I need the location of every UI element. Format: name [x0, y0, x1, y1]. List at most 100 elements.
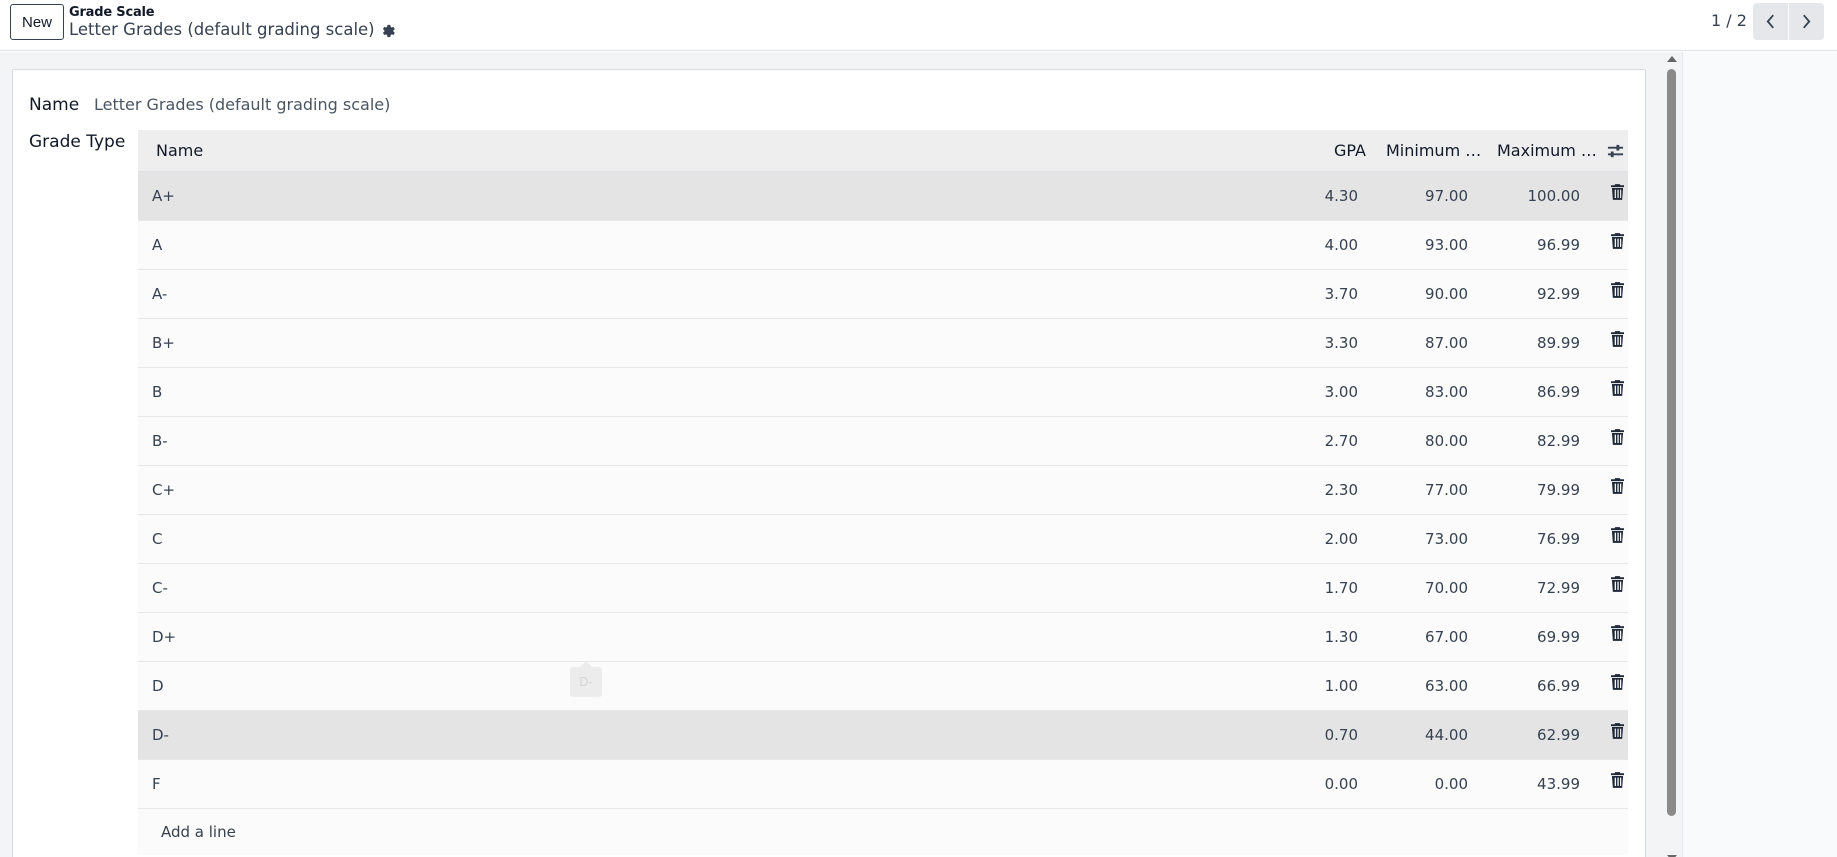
- cell-maximum[interactable]: 69.99: [1537, 628, 1580, 646]
- trash-icon[interactable]: [1611, 233, 1625, 250]
- table-row[interactable]: C 2.00 73.00 76.99: [138, 515, 1628, 564]
- cell-maximum[interactable]: 92.99: [1537, 285, 1580, 303]
- cell-maximum[interactable]: 62.99: [1537, 726, 1580, 744]
- cell-gpa[interactable]: 2.70: [1325, 432, 1358, 450]
- cell-gpa[interactable]: 3.30: [1325, 334, 1358, 352]
- cell-gpa[interactable]: 1.70: [1325, 579, 1358, 597]
- breadcrumb[interactable]: Grade Scale: [69, 5, 155, 20]
- pager-next-button[interactable]: [1789, 3, 1824, 40]
- cell-minimum[interactable]: 70.00: [1425, 579, 1468, 597]
- trash-icon[interactable]: [1611, 184, 1625, 201]
- cell-name[interactable]: D+: [152, 628, 176, 646]
- cell-minimum[interactable]: 0.00: [1435, 775, 1468, 793]
- cell-maximum[interactable]: 43.99: [1537, 775, 1580, 793]
- trash-icon[interactable]: [1611, 625, 1625, 642]
- cell-minimum[interactable]: 90.00: [1425, 285, 1468, 303]
- pager-value[interactable]: 1 / 2: [1711, 11, 1747, 30]
- record-title-text: Letter Grades (default grading scale): [69, 20, 375, 39]
- add-a-line-link[interactable]: Add a line: [161, 823, 236, 841]
- cell-minimum[interactable]: 77.00: [1425, 481, 1468, 499]
- cell-name[interactable]: C-: [152, 579, 168, 597]
- scrollbar-thumb[interactable]: [1667, 69, 1676, 816]
- cell-name[interactable]: F: [152, 775, 161, 793]
- table-row[interactable]: D+ 1.30 67.00 69.99: [138, 613, 1628, 662]
- sliders-icon[interactable]: [1607, 143, 1625, 161]
- scroll-up-arrow[interactable]: [1667, 56, 1677, 62]
- cell-minimum[interactable]: 87.00: [1425, 334, 1468, 352]
- cell-minimum[interactable]: 80.00: [1425, 432, 1468, 450]
- cell-gpa[interactable]: 2.00: [1325, 530, 1358, 548]
- record-title: Letter Grades (default grading scale): [69, 20, 396, 39]
- gear-icon[interactable]: [381, 24, 396, 39]
- chatter-area: [1682, 52, 1837, 857]
- cell-maximum[interactable]: 76.99: [1537, 530, 1580, 548]
- cell-maximum[interactable]: 100.00: [1528, 187, 1581, 205]
- cell-maximum[interactable]: 72.99: [1537, 579, 1580, 597]
- cell-name[interactable]: A: [152, 236, 162, 254]
- cell-name[interactable]: C+: [152, 481, 175, 499]
- trash-icon[interactable]: [1611, 478, 1625, 495]
- cell-maximum[interactable]: 96.99: [1537, 236, 1580, 254]
- cell-minimum[interactable]: 73.00: [1425, 530, 1468, 548]
- list-header: Name GPA Minimum P... Maximum P...: [138, 130, 1628, 172]
- column-header-minimum[interactable]: Minimum P...: [1386, 141, 1484, 160]
- cell-gpa[interactable]: 4.00: [1325, 236, 1358, 254]
- cell-gpa[interactable]: 1.30: [1325, 628, 1358, 646]
- table-row[interactable]: D- 0.70 44.00 62.99: [138, 711, 1628, 760]
- cell-maximum[interactable]: 66.99: [1537, 677, 1580, 695]
- cell-minimum[interactable]: 63.00: [1425, 677, 1468, 695]
- trash-icon[interactable]: [1611, 429, 1625, 446]
- trash-icon[interactable]: [1611, 282, 1625, 299]
- name-field[interactable]: Letter Grades (default grading scale): [94, 95, 390, 114]
- table-row[interactable]: A+ 4.30 97.00 100.00: [138, 172, 1628, 221]
- trash-icon[interactable]: [1611, 723, 1625, 740]
- cell-maximum[interactable]: 89.99: [1537, 334, 1580, 352]
- pager-previous-button[interactable]: [1753, 3, 1788, 40]
- cell-minimum[interactable]: 93.00: [1425, 236, 1468, 254]
- cell-name[interactable]: A+: [152, 187, 175, 205]
- cell-name[interactable]: D: [152, 677, 164, 695]
- cell-gpa[interactable]: 0.70: [1325, 726, 1358, 744]
- cell-name[interactable]: B-: [152, 432, 168, 450]
- table-row[interactable]: C+ 2.30 77.00 79.99: [138, 466, 1628, 515]
- table-row[interactable]: C- 1.70 70.00 72.99: [138, 564, 1628, 613]
- cell-gpa[interactable]: 4.30: [1325, 187, 1358, 205]
- table-row[interactable]: B- 2.70 80.00 82.99: [138, 417, 1628, 466]
- trash-icon[interactable]: [1611, 331, 1625, 348]
- trash-icon[interactable]: [1611, 674, 1625, 691]
- cell-maximum[interactable]: 82.99: [1537, 432, 1580, 450]
- chevron-left-icon: [1766, 14, 1774, 29]
- trash-icon[interactable]: [1611, 380, 1625, 397]
- cell-gpa[interactable]: 1.00: [1325, 677, 1358, 695]
- table-row[interactable]: D 1.00 63.00 66.99: [138, 662, 1628, 711]
- table-row[interactable]: B 3.00 83.00 86.99: [138, 368, 1628, 417]
- cell-maximum[interactable]: 79.99: [1537, 481, 1580, 499]
- trash-icon[interactable]: [1611, 576, 1625, 593]
- cell-minimum[interactable]: 44.00: [1425, 726, 1468, 744]
- cell-name[interactable]: B+: [152, 334, 175, 352]
- form-view: Name Letter Grades (default grading scal…: [0, 52, 1837, 857]
- column-header-name[interactable]: Name: [156, 141, 203, 160]
- column-header-gpa[interactable]: GPA: [1334, 141, 1366, 160]
- cell-gpa[interactable]: 3.70: [1325, 285, 1358, 303]
- grade-type-list: Name GPA Minimum P... Maximum P... A+ 4.3…: [138, 130, 1628, 855]
- cell-minimum[interactable]: 67.00: [1425, 628, 1468, 646]
- table-row[interactable]: A- 3.70 90.00 92.99: [138, 270, 1628, 319]
- trash-icon[interactable]: [1611, 527, 1625, 544]
- cell-minimum[interactable]: 83.00: [1425, 383, 1468, 401]
- new-button[interactable]: New: [10, 4, 64, 40]
- cell-name[interactable]: B: [152, 383, 162, 401]
- cell-name[interactable]: D-: [152, 726, 169, 744]
- cell-minimum[interactable]: 97.00: [1425, 187, 1468, 205]
- cell-maximum[interactable]: 86.99: [1537, 383, 1580, 401]
- table-row[interactable]: B+ 3.30 87.00 89.99: [138, 319, 1628, 368]
- table-row[interactable]: F 0.00 0.00 43.99: [138, 760, 1628, 809]
- cell-gpa[interactable]: 2.30: [1325, 481, 1358, 499]
- cell-gpa[interactable]: 0.00: [1325, 775, 1358, 793]
- cell-name[interactable]: A-: [152, 285, 167, 303]
- column-header-maximum[interactable]: Maximum P...: [1497, 141, 1597, 160]
- trash-icon[interactable]: [1611, 772, 1625, 789]
- cell-name[interactable]: C: [152, 530, 162, 548]
- cell-gpa[interactable]: 3.00: [1325, 383, 1358, 401]
- table-row[interactable]: A 4.00 93.00 96.99: [138, 221, 1628, 270]
